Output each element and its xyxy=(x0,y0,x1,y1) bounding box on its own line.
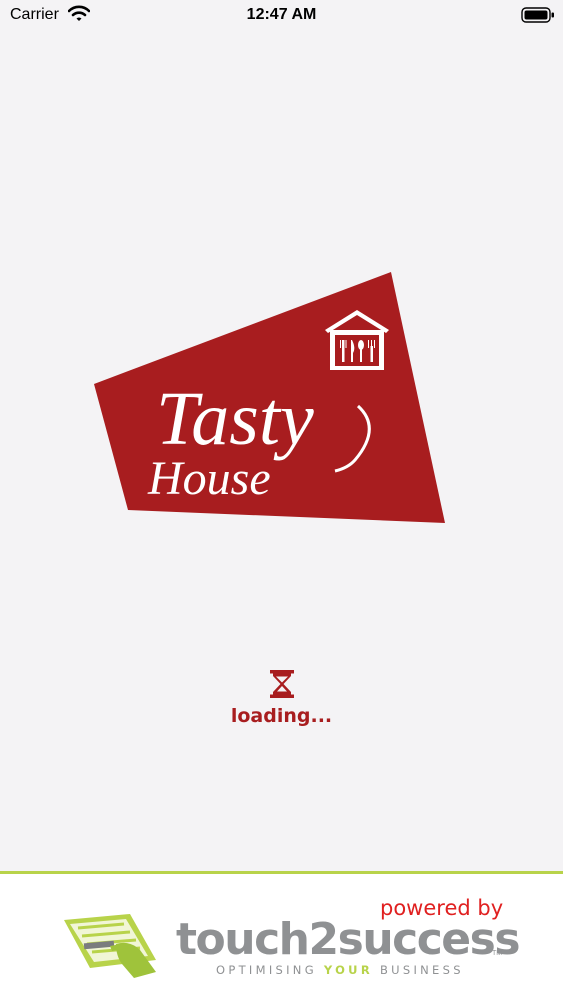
tagline-end: BUSINESS xyxy=(372,963,464,977)
touch2success-brand: touch2success xyxy=(176,914,521,965)
battery-icon xyxy=(521,6,555,29)
touch-screen-hand-icon xyxy=(60,910,170,985)
tagline-highlight: YOUR xyxy=(323,963,373,977)
hourglass-icon xyxy=(268,669,296,704)
loading-label: loading... xyxy=(230,705,333,727)
logo-title-tasty: Tasty xyxy=(156,377,314,461)
brand-part-touch: touch xyxy=(176,914,310,965)
tagline-start: OPTIMISING xyxy=(216,963,324,977)
footer-banner: powered by touch2success TM OPTIMISING Y… xyxy=(0,874,563,1000)
brand-tagline: OPTIMISING YOUR BUSINESS xyxy=(216,963,464,977)
trademark-mark: TM xyxy=(492,950,503,957)
status-bar: Carrier 12:47 AM xyxy=(0,0,563,30)
logo-title-house: House xyxy=(147,452,271,505)
brand-part-success: success xyxy=(337,914,521,965)
tasty-house-logo: Tasty House xyxy=(90,268,450,533)
brand-part-2: 2 xyxy=(308,914,340,965)
clock: 12:47 AM xyxy=(246,6,317,23)
